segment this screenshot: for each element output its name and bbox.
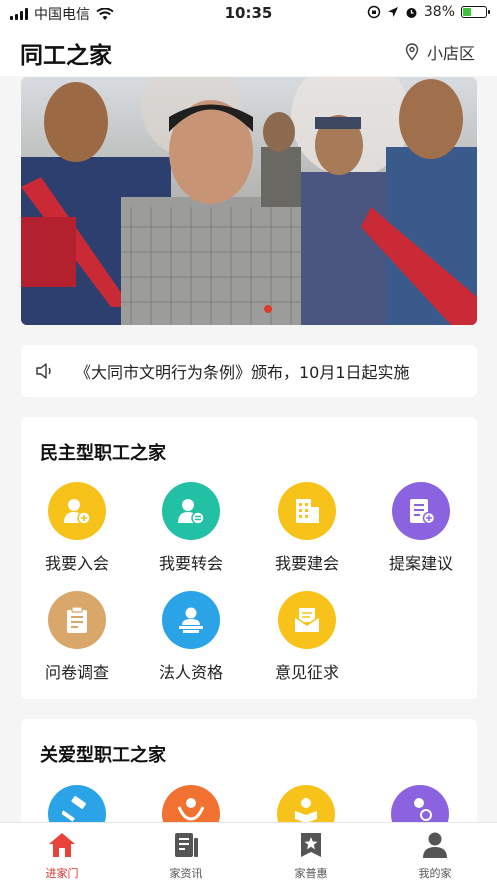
status-bar: 中国电信 10:35 38% — [0, 0, 497, 26]
orientation-lock-icon — [367, 5, 381, 19]
home-icon — [49, 833, 75, 857]
section-care-home: 关爱型职工之家 — [21, 719, 477, 839]
section-title: 民主型职工之家 — [40, 443, 166, 464]
tab-label: 我的家 — [418, 867, 452, 880]
tab-label: 家资讯 — [169, 867, 203, 880]
tile-label: 我要转会 — [158, 554, 223, 573]
person-heart-icon — [414, 798, 432, 821]
battery-icon — [461, 6, 490, 18]
gavel-icon — [62, 795, 87, 822]
carousel-indicator[interactable] — [264, 305, 272, 313]
tab-news[interactable]: 家资讯 — [146, 831, 226, 881]
announcement-text: 《大同市文明行为条例》颁布，10月1日起实施 — [75, 363, 410, 382]
bottom-tab-bar: 进家门 家资讯 家普惠 我的家 — [0, 822, 497, 883]
tile-label: 问卷调查 — [44, 663, 109, 682]
news-icon — [175, 833, 198, 857]
clipboard-icon — [67, 606, 87, 633]
survey-button[interactable]: 问卷调查 — [27, 591, 127, 683]
person-transfer-icon — [178, 499, 205, 525]
location-label: 小店区 — [426, 44, 475, 63]
location-selector[interactable]: 小店区 — [405, 40, 475, 64]
tile-label: 意见征求 — [274, 663, 339, 682]
join-union-button[interactable]: 我要入会 — [27, 482, 127, 574]
banner-carousel[interactable] — [21, 77, 477, 325]
tab-label: 进家门 — [45, 867, 79, 880]
section-democratic-home: 民主型职工之家 我要入会 我要转会 我要建会 提案建议 问卷调查 法人资格 意见… — [21, 417, 477, 699]
user-icon — [423, 832, 447, 858]
reading-icon — [295, 798, 317, 823]
person-add-icon — [64, 499, 91, 525]
transfer-union-button[interactable]: 我要转会 — [141, 482, 241, 574]
person-desk-icon — [179, 607, 203, 633]
build-union-button[interactable]: 我要建会 — [257, 482, 357, 574]
proposal-button[interactable]: 提案建议 — [371, 482, 471, 574]
document-edit-icon — [410, 499, 436, 525]
battery-percent: 38% — [423, 4, 455, 20]
tile-label: 我要建会 — [274, 554, 339, 573]
location-pin-icon — [405, 43, 419, 61]
alarm-icon — [406, 7, 417, 18]
tab-label: 家普惠 — [294, 867, 328, 880]
care-hands-icon — [177, 798, 205, 821]
tile-label: 提案建议 — [388, 554, 453, 573]
announcement-bar[interactable]: 《大同市文明行为条例》颁布，10月1日起实施 — [21, 345, 477, 397]
section-title: 关爱型职工之家 — [40, 745, 166, 766]
speaker-icon — [36, 363, 51, 379]
tab-benefits[interactable]: 家普惠 — [271, 831, 351, 881]
tile-label: 我要入会 — [44, 554, 109, 573]
building-icon — [296, 499, 319, 523]
tab-home[interactable]: 进家门 — [22, 831, 102, 881]
tab-mine[interactable]: 我的家 — [395, 831, 475, 881]
opinion-button[interactable]: 意见征求 — [257, 591, 357, 683]
page-title: 同工之家 — [20, 43, 112, 69]
legal-person-button[interactable]: 法人资格 — [141, 591, 241, 683]
tile-label: 法人资格 — [158, 663, 223, 682]
location-arrow-icon — [387, 7, 398, 17]
banner-image — [21, 77, 477, 325]
star-icon — [301, 833, 321, 857]
mail-icon — [294, 608, 320, 632]
app-header: 同工之家 小店区 — [0, 26, 497, 76]
